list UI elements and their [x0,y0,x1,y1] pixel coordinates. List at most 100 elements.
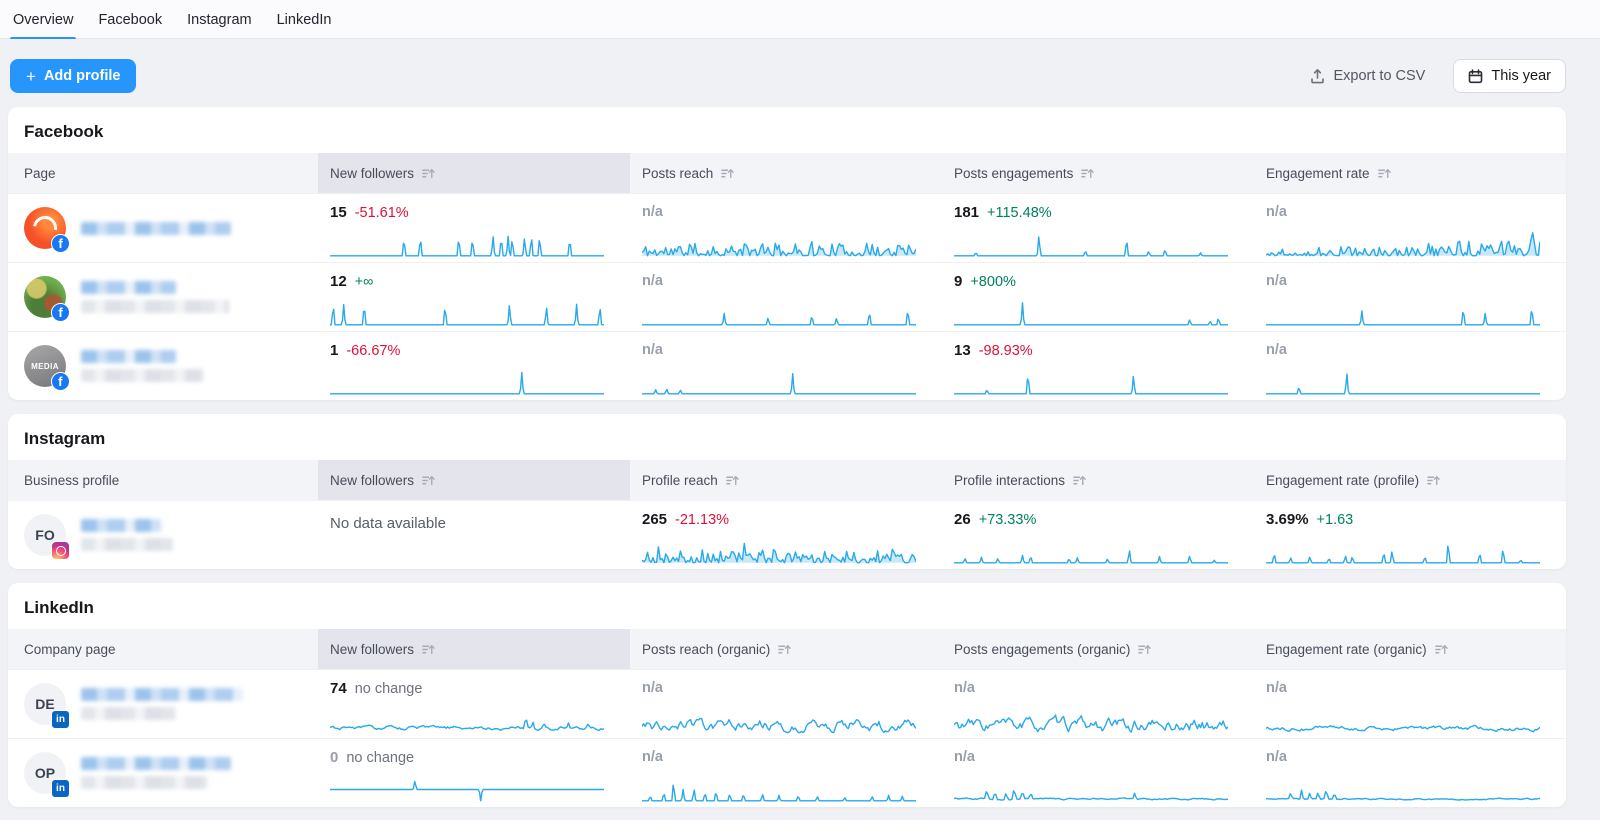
column-header-profile-interactions[interactable]: Profile interactions [942,460,1254,500]
column-header-new-followers[interactable]: New followers [318,629,630,669]
tab-overview[interactable]: Overview [10,8,76,38]
column-header-page: Page [8,153,318,193]
column-header-posts-reach[interactable]: Posts reach [630,153,942,193]
sparkline-chart [954,705,1228,735]
sparkline-chart [954,229,1228,259]
metric-value: n/a [642,204,663,220]
sparkline-chart [1266,774,1540,804]
redacted-text-line [81,519,161,532]
sparkline-chart [1266,298,1540,328]
metric-cell-posts-reach-organic: n/a [630,670,942,738]
column-header-label: Posts engagements [954,166,1073,181]
profile-avatar: MEDIAf [24,345,66,387]
sort-icon [1434,643,1449,656]
metric-value: n/a [642,749,663,765]
metric-value: 74 [330,680,347,697]
metric-cell-posts-reach: n/a [630,194,942,262]
sort-icon [1426,474,1441,487]
column-header-label: Engagement rate (profile) [1266,473,1419,488]
redacted-text-line [81,281,176,294]
sort-icon [777,643,792,656]
column-header-new-followers[interactable]: New followers [318,460,630,500]
redacted-text-line [81,222,231,235]
metric-value-line: 1 -66.67% [330,342,604,364]
column-header-label: Engagement rate (organic) [1266,642,1427,657]
metric-value-line: n/a [1266,273,1540,295]
tab-linkedin[interactable]: LinkedIn [274,8,335,38]
metric-change: -98.93% [979,343,1033,359]
metric-cell-engagement-rate-profile: 3.69%+1.63 [1254,501,1566,569]
metric-change: no change [355,681,423,697]
metric-cell-posts-reach: n/a [630,263,942,331]
redacted-text-line [81,538,173,551]
tab-instagram[interactable]: Instagram [184,8,254,38]
metric-cell-posts-reach-organic: n/a [630,739,942,807]
profile-cell[interactable]: DEin [8,670,318,738]
add-profile-button[interactable]: + Add profile [10,59,136,93]
column-header-label: Posts reach [642,166,713,181]
metric-change: +115.48% [987,205,1052,221]
metric-cell-engagement-rate: n/a [1254,332,1566,400]
metric-value: n/a [954,749,975,765]
redacted-text-line [81,757,231,770]
metric-value-line: n/a [642,204,916,226]
sparkline-chart [642,536,916,566]
column-header-label: New followers [330,166,414,181]
avatar-text: MEDIA [31,362,59,371]
metric-value: n/a [642,273,663,289]
sort-icon [421,643,436,656]
metric-change: -51.61% [355,205,409,221]
metric-value-line: 0no change [330,749,604,771]
profile-cell[interactable]: FO [8,501,318,569]
section-facebook: FacebookPageNew followersPosts reachPost… [8,107,1566,400]
metric-value: n/a [1266,204,1287,220]
profile-row[interactable]: OPin0no changen/an/an/a [8,738,1566,807]
export-icon [1310,68,1325,84]
column-header-posts-engagements-organic[interactable]: Posts engagements (organic) [942,629,1254,669]
sparkline-chart [954,367,1228,397]
profile-avatar: FO [24,514,66,556]
metric-value-line: n/a [954,749,1228,771]
date-range-button[interactable]: This year [1453,59,1566,93]
sort-icon [725,474,740,487]
tab-facebook[interactable]: Facebook [95,8,165,38]
column-header-posts-engagements[interactable]: Posts engagements [942,153,1254,193]
profile-cell[interactable]: OPin [8,739,318,807]
profile-cell[interactable]: f [8,263,318,331]
sparkline-chart [330,298,604,328]
linkedin-badge-icon: in [51,779,70,798]
profile-cell[interactable]: f [8,194,318,262]
profile-cell[interactable]: MEDIAf [8,332,318,400]
metric-change: -66.67% [346,343,400,359]
column-header-posts-reach-organic[interactable]: Posts reach (organic) [630,629,942,669]
metric-value: 3.69% [1266,511,1309,528]
column-header-engagement-rate[interactable]: Engagement rate [1254,153,1566,193]
facebook-badge-icon: f [51,372,70,391]
profile-row[interactable]: DEin74no changen/an/an/a [8,669,1566,738]
column-header-engagement-rate-organic[interactable]: Engagement rate (organic) [1254,629,1566,669]
profile-row[interactable]: f15-51.61%n/a181+115.48%n/a [8,193,1566,262]
redacted-text-line [81,300,229,313]
profile-row[interactable]: MEDIAf1-66.67%n/a13-98.93%n/a [8,331,1566,400]
redacted-text-line [81,369,203,382]
profile-name-redacted [81,350,203,382]
profile-name-redacted [81,519,173,551]
metric-value: n/a [1266,342,1287,358]
profile-row[interactable]: FONo data available265-21.13%26+73.33%3.… [8,500,1566,569]
column-header-engagement-rate-profile[interactable]: Engagement rate (profile) [1254,460,1566,500]
metric-cell-posts-engagements: 9+800% [942,263,1254,331]
metric-value: 1 [330,342,338,359]
export-csv-button[interactable]: Export to CSV [1310,68,1425,84]
column-header-label: New followers [330,473,414,488]
metric-value-line: 3.69%+1.63 [1266,511,1540,533]
metric-cell-posts-engagements: 181+115.48% [942,194,1254,262]
column-header-profile-reach[interactable]: Profile reach [630,460,942,500]
sparkline-chart [642,298,916,328]
profile-row[interactable]: f12+∞n/a9+800%n/a [8,262,1566,331]
metric-value: n/a [954,680,975,696]
metric-cell-engagement-rate: n/a [1254,263,1566,331]
metric-cell-profile-reach: 265-21.13% [630,501,942,569]
sparkline-chart [642,774,916,804]
column-header-new-followers[interactable]: New followers [318,153,630,193]
metric-cell-profile-interactions: 26+73.33% [942,501,1254,569]
